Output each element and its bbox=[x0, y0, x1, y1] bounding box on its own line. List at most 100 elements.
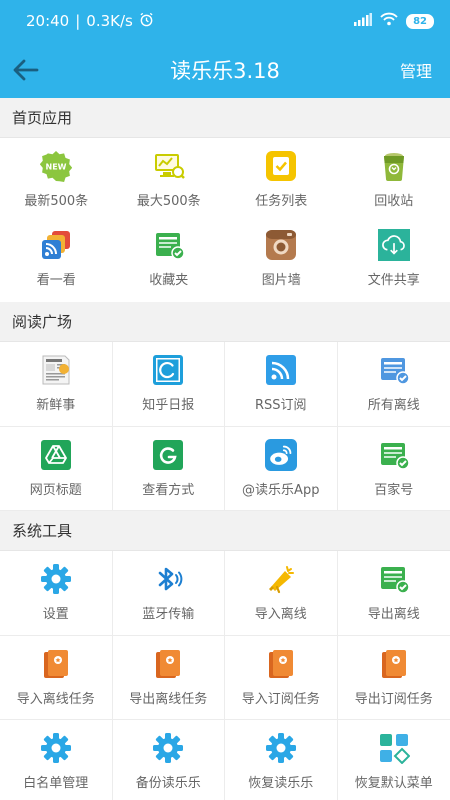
menu-label: 导出离线 bbox=[367, 607, 420, 623]
zhihu-daily-icon bbox=[152, 354, 184, 386]
menu-recycle-bin[interactable]: 回收站 bbox=[338, 140, 450, 219]
app-bar: 读乐乐3.18 管理 bbox=[0, 42, 450, 98]
task-book-icon bbox=[378, 648, 410, 680]
network-speed: 0.3K/s bbox=[86, 12, 133, 30]
g-letter-icon bbox=[152, 439, 184, 471]
section-title-home: 首页应用 bbox=[0, 98, 450, 138]
menu-export-subscription-tasks[interactable]: 导出订阅任务 bbox=[337, 636, 450, 720]
bluetooth-icon bbox=[152, 563, 184, 595]
recycle-bin-icon bbox=[378, 150, 410, 182]
gear-icon bbox=[40, 563, 72, 595]
favorites-folder-icon bbox=[153, 229, 185, 261]
menu-settings[interactable]: 设置 bbox=[0, 551, 113, 636]
menu-restore[interactable]: 恢复读乐乐 bbox=[225, 720, 338, 800]
menu-label: 导出订阅任务 bbox=[354, 691, 433, 707]
menu-label: RSS订阅 bbox=[254, 398, 307, 414]
menu-label: 最新500条 bbox=[24, 194, 89, 209]
camera-icon bbox=[265, 229, 297, 261]
menu-label: 任务列表 bbox=[255, 194, 308, 209]
menu-label: 导入订阅任务 bbox=[241, 691, 320, 707]
alarm-icon bbox=[139, 12, 154, 31]
menu-label: 百家号 bbox=[374, 482, 414, 498]
menu-label: 蓝牙传输 bbox=[142, 607, 195, 623]
megaphone-icon bbox=[265, 563, 297, 595]
menu-label: 设置 bbox=[42, 607, 69, 623]
menu-label: 恢复默认菜单 bbox=[354, 776, 433, 792]
monitor-chart-icon bbox=[153, 150, 185, 182]
menu-take-a-look[interactable]: 看一看 bbox=[0, 219, 113, 298]
menu-label: 文件共享 bbox=[367, 273, 420, 288]
menu-file-share[interactable]: 文件共享 bbox=[338, 219, 450, 298]
menu-label: 收藏夹 bbox=[149, 273, 189, 288]
menu-restore-default-menu[interactable]: 恢复默认菜单 bbox=[338, 720, 450, 800]
task-book-icon bbox=[40, 648, 72, 680]
section-title-tools: 系统工具 bbox=[0, 511, 450, 551]
menu-label: 最大500条 bbox=[136, 194, 201, 209]
menu-whitelist[interactable]: 白名单管理 bbox=[0, 720, 113, 800]
menu-all-offline[interactable]: 所有离线 bbox=[337, 342, 450, 427]
rss-icon bbox=[265, 354, 297, 386]
weibo-icon bbox=[264, 438, 297, 471]
menu-rss-subscribe[interactable]: RSS订阅 bbox=[225, 342, 338, 427]
newspaper-icon bbox=[40, 354, 72, 386]
menu-export-offline-tasks[interactable]: 导出离线任务 bbox=[112, 635, 225, 720]
menu-label: 导出离线任务 bbox=[129, 691, 208, 707]
wifi-icon bbox=[380, 12, 398, 30]
arrow-left-icon bbox=[13, 59, 39, 81]
menu-task-list[interactable]: 任务列表 bbox=[225, 140, 338, 219]
status-bar: 20:40 | 0.3K/s 82 bbox=[0, 0, 450, 42]
new-badge-text: NEW bbox=[46, 163, 67, 172]
menu-weibo-account[interactable]: @读乐乐App bbox=[225, 426, 338, 511]
menu-web-title[interactable]: 网页标题 bbox=[0, 426, 113, 511]
menu-favorites[interactable]: 收藏夹 bbox=[113, 219, 226, 298]
menu-zhihu-daily[interactable]: 知乎日报 bbox=[112, 342, 225, 427]
menu-label: 查看方式 bbox=[142, 482, 195, 498]
menu-import-offline[interactable]: 导入离线 bbox=[225, 551, 338, 636]
menu-backup[interactable]: 备份读乐乐 bbox=[113, 720, 225, 800]
manage-button[interactable]: 管理 bbox=[382, 58, 450, 82]
grid-squares-icon bbox=[378, 732, 410, 765]
menu-label: 恢复读乐乐 bbox=[248, 776, 314, 792]
export-folder-icon bbox=[378, 563, 410, 595]
reading-grid: 新鲜事 知乎日报 RSS订阅 所有离线 网页标题 查看方式 @读乐乐App 百家… bbox=[0, 342, 450, 511]
home-apps-grid: NEW 最新500条 最大500条 任务列表 回收站 看一看 收藏夹 图片墙 文… bbox=[0, 138, 450, 302]
menu-baijiahao[interactable]: 百家号 bbox=[337, 427, 450, 511]
back-button[interactable] bbox=[0, 42, 52, 98]
menu-import-subscription-tasks[interactable]: 导入订阅任务 bbox=[225, 635, 338, 720]
menu-label: 导入离线任务 bbox=[16, 691, 95, 707]
menu-fresh-news[interactable]: 新鲜事 bbox=[0, 342, 113, 427]
tools-grid: 设置 蓝牙传输 导入离线 导出离线 导入离线任务 导出离线任务 导入订阅任务 导… bbox=[0, 551, 450, 800]
new-badge-icon: NEW bbox=[40, 150, 73, 182]
menu-label: 回收站 bbox=[374, 194, 414, 209]
menu-label: 新鲜事 bbox=[36, 398, 76, 414]
section-title-reading: 阅读广场 bbox=[0, 302, 450, 342]
battery-icon: 82 bbox=[406, 13, 434, 29]
menu-label: 看一看 bbox=[36, 273, 76, 288]
gear-icon bbox=[152, 732, 184, 764]
menu-export-offline[interactable]: 导出离线 bbox=[337, 551, 450, 636]
menu-latest-500[interactable]: NEW 最新500条 bbox=[0, 140, 113, 219]
menu-bluetooth[interactable]: 蓝牙传输 bbox=[112, 551, 225, 636]
offline-folder-icon bbox=[378, 354, 410, 386]
drive-icon bbox=[40, 439, 72, 471]
menu-photo-wall[interactable]: 图片墙 bbox=[225, 219, 338, 298]
menu-largest-500[interactable]: 最大500条 bbox=[113, 140, 226, 219]
signal-icon bbox=[354, 12, 373, 30]
menu-label: 网页标题 bbox=[29, 482, 82, 498]
menu-content: 首页应用 NEW 最新500条 最大500条 任务列表 回收站 看一看 收藏夹 … bbox=[0, 98, 450, 800]
menu-import-offline-tasks[interactable]: 导入离线任务 bbox=[0, 635, 113, 720]
menu-view-mode[interactable]: 查看方式 bbox=[112, 426, 225, 511]
task-check-icon bbox=[265, 150, 297, 182]
gear-icon bbox=[265, 732, 297, 764]
task-book-icon bbox=[152, 648, 184, 680]
menu-label: 所有离线 bbox=[367, 398, 420, 414]
baijiahao-folder-icon bbox=[378, 439, 410, 471]
menu-label: 知乎日报 bbox=[142, 398, 195, 414]
menu-label: 白名单管理 bbox=[23, 776, 89, 792]
menu-label: @读乐乐App bbox=[242, 482, 320, 498]
menu-label: 图片墙 bbox=[261, 273, 301, 288]
rss-stack-icon bbox=[40, 229, 72, 261]
menu-label: 导入离线 bbox=[254, 607, 307, 623]
gear-icon bbox=[40, 732, 72, 764]
menu-label: 备份读乐乐 bbox=[135, 776, 201, 792]
